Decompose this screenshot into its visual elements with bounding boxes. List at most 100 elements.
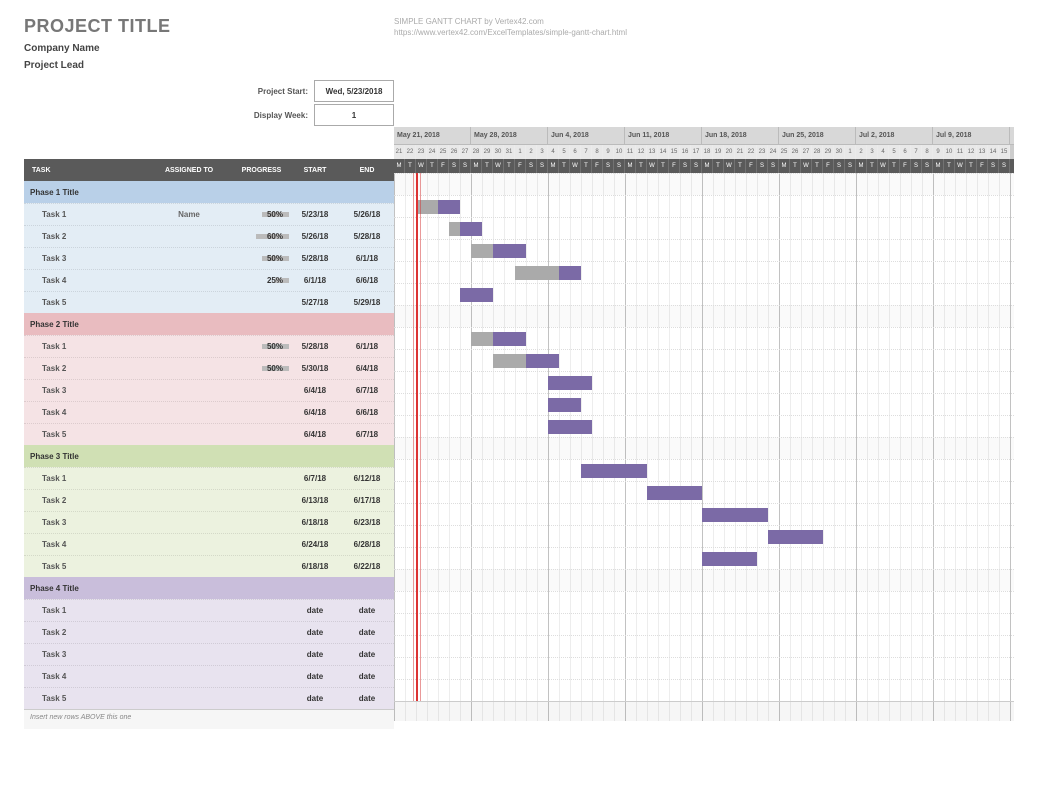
task-start: date (289, 606, 341, 615)
display-week-label: Display Week: (214, 111, 314, 120)
task-progress: 25% (234, 276, 289, 285)
task-name: Task 1 (24, 342, 144, 351)
task-name: Task 2 (24, 496, 144, 505)
timeline-row (394, 591, 1014, 613)
task-name: Task 4 (24, 672, 144, 681)
gantt-bar[interactable] (559, 266, 581, 280)
task-row[interactable]: Task 250%5/30/186/4/18 (24, 357, 394, 379)
task-end: 6/7/18 (341, 430, 393, 439)
gantt-bar-remaining[interactable] (471, 244, 493, 258)
col-progress: PROGRESS (234, 167, 289, 174)
task-row[interactable]: Task 16/7/186/12/18 (24, 467, 394, 489)
gantt-bar[interactable] (460, 222, 482, 236)
timeline-row (394, 613, 1014, 635)
gantt-bar-remaining[interactable] (449, 222, 460, 236)
task-row[interactable]: Task 26/13/186/17/18 (24, 489, 394, 511)
timeline-row (394, 459, 1014, 481)
gantt-bar[interactable] (493, 332, 526, 346)
task-row[interactable]: Task 3datedate (24, 643, 394, 665)
gantt-bar-remaining[interactable] (471, 332, 493, 346)
task-name: Task 4 (24, 276, 144, 285)
task-name: Task 5 (24, 298, 144, 307)
task-start: 6/18/18 (289, 518, 341, 527)
task-row[interactable]: Task 1Name50%5/23/185/26/18 (24, 203, 394, 225)
phase-header: Phase 2 Title (24, 313, 394, 335)
phase-header: Phase 3 Title (24, 445, 394, 467)
gantt-bar[interactable] (702, 552, 757, 566)
task-end: 6/1/18 (341, 254, 393, 263)
task-end: 5/29/18 (341, 298, 393, 307)
timeline-row (394, 349, 1014, 371)
task-start: 5/26/18 (289, 232, 341, 241)
gantt-bar[interactable] (548, 376, 592, 390)
company-name: Company Name (24, 43, 394, 54)
task-start: 6/7/18 (289, 474, 341, 483)
project-start-input[interactable]: Wed, 5/23/2018 (314, 80, 394, 102)
task-row[interactable]: Task 425%6/1/186/6/18 (24, 269, 394, 291)
task-row[interactable]: Task 5 6/4/186/7/18 (24, 423, 394, 445)
project-title: PROJECT TITLE (24, 16, 394, 37)
timeline-row (394, 393, 1014, 415)
task-start: 5/28/18 (289, 254, 341, 263)
task-row[interactable]: Task 46/4/186/6/18 (24, 401, 394, 423)
project-start-label: Project Start: (214, 87, 314, 96)
phase-header: Phase 4 Title (24, 577, 394, 599)
task-start: 6/4/18 (289, 408, 341, 417)
task-start: 5/23/18 (289, 210, 341, 219)
task-progress: 50% (234, 342, 289, 351)
task-row[interactable]: Task 150%5/28/186/1/18 (24, 335, 394, 357)
timeline-row (394, 547, 1014, 569)
task-end: 6/6/18 (341, 276, 393, 285)
task-row[interactable]: Task 55/27/185/29/18 (24, 291, 394, 313)
task-name: Task 3 (24, 386, 144, 395)
task-end: date (341, 694, 393, 703)
gantt-bar[interactable] (647, 486, 702, 500)
gantt-bar[interactable] (581, 464, 647, 478)
task-end: 6/6/18 (341, 408, 393, 417)
gantt-bar[interactable] (768, 530, 823, 544)
task-row[interactable]: Task 46/24/186/28/18 (24, 533, 394, 555)
task-start: 6/4/18 (289, 430, 341, 439)
table-header: TASK ASSIGNED TO PROGRESS START END (24, 159, 394, 181)
week-label: Jun 11, 2018 (625, 127, 702, 144)
task-name: Task 5 (24, 430, 144, 439)
task-row[interactable]: Task 4datedate (24, 665, 394, 687)
gantt-bar[interactable] (493, 244, 526, 258)
phase-header: Phase 1 Title (24, 181, 394, 203)
timeline-row (394, 283, 1014, 305)
timeline-row (394, 195, 1014, 217)
gantt-bar[interactable] (526, 354, 559, 368)
task-row[interactable]: Task 36/4/186/7/18 (24, 379, 394, 401)
task-name: Task 3 (24, 254, 144, 263)
task-end: 6/28/18 (341, 540, 393, 549)
display-week-input[interactable]: 1 (314, 104, 394, 126)
task-progress: 50% (234, 210, 289, 219)
gantt-bar[interactable] (548, 398, 581, 412)
gantt-bar[interactable] (702, 508, 768, 522)
credit-line-1: SIMPLE GANTT CHART by Vertex42.com (394, 16, 1014, 27)
task-name: Task 2 (24, 232, 144, 241)
footer-note: Insert new rows ABOVE this one (24, 709, 394, 729)
timeline-row (394, 503, 1014, 525)
gantt-bar[interactable] (460, 288, 493, 302)
task-row[interactable]: Task 56/18/186/22/18 (24, 555, 394, 577)
task-start: 6/4/18 (289, 386, 341, 395)
task-progress: 50% (234, 254, 289, 263)
gantt-bar-remaining[interactable] (515, 266, 559, 280)
task-end: 6/4/18 (341, 364, 393, 373)
task-end: date (341, 606, 393, 615)
gantt-bar[interactable] (548, 420, 592, 434)
task-row[interactable]: Task 3 50%5/28/186/1/18 (24, 247, 394, 269)
gantt-bar-remaining[interactable] (493, 354, 526, 368)
task-name: Task 1 (24, 474, 144, 483)
gantt-bar[interactable] (438, 200, 460, 214)
task-row[interactable]: Task 36/18/186/23/18 (24, 511, 394, 533)
task-row[interactable]: Task 2datedate (24, 621, 394, 643)
task-end: 5/28/18 (341, 232, 393, 241)
timeline-row (394, 525, 1014, 547)
task-row[interactable]: Task 260%5/26/185/28/18 (24, 225, 394, 247)
task-row[interactable]: Task 1datedate (24, 599, 394, 621)
task-row[interactable]: Task 5datedate (24, 687, 394, 709)
col-start: START (289, 167, 341, 174)
task-assigned: Name (144, 210, 234, 219)
